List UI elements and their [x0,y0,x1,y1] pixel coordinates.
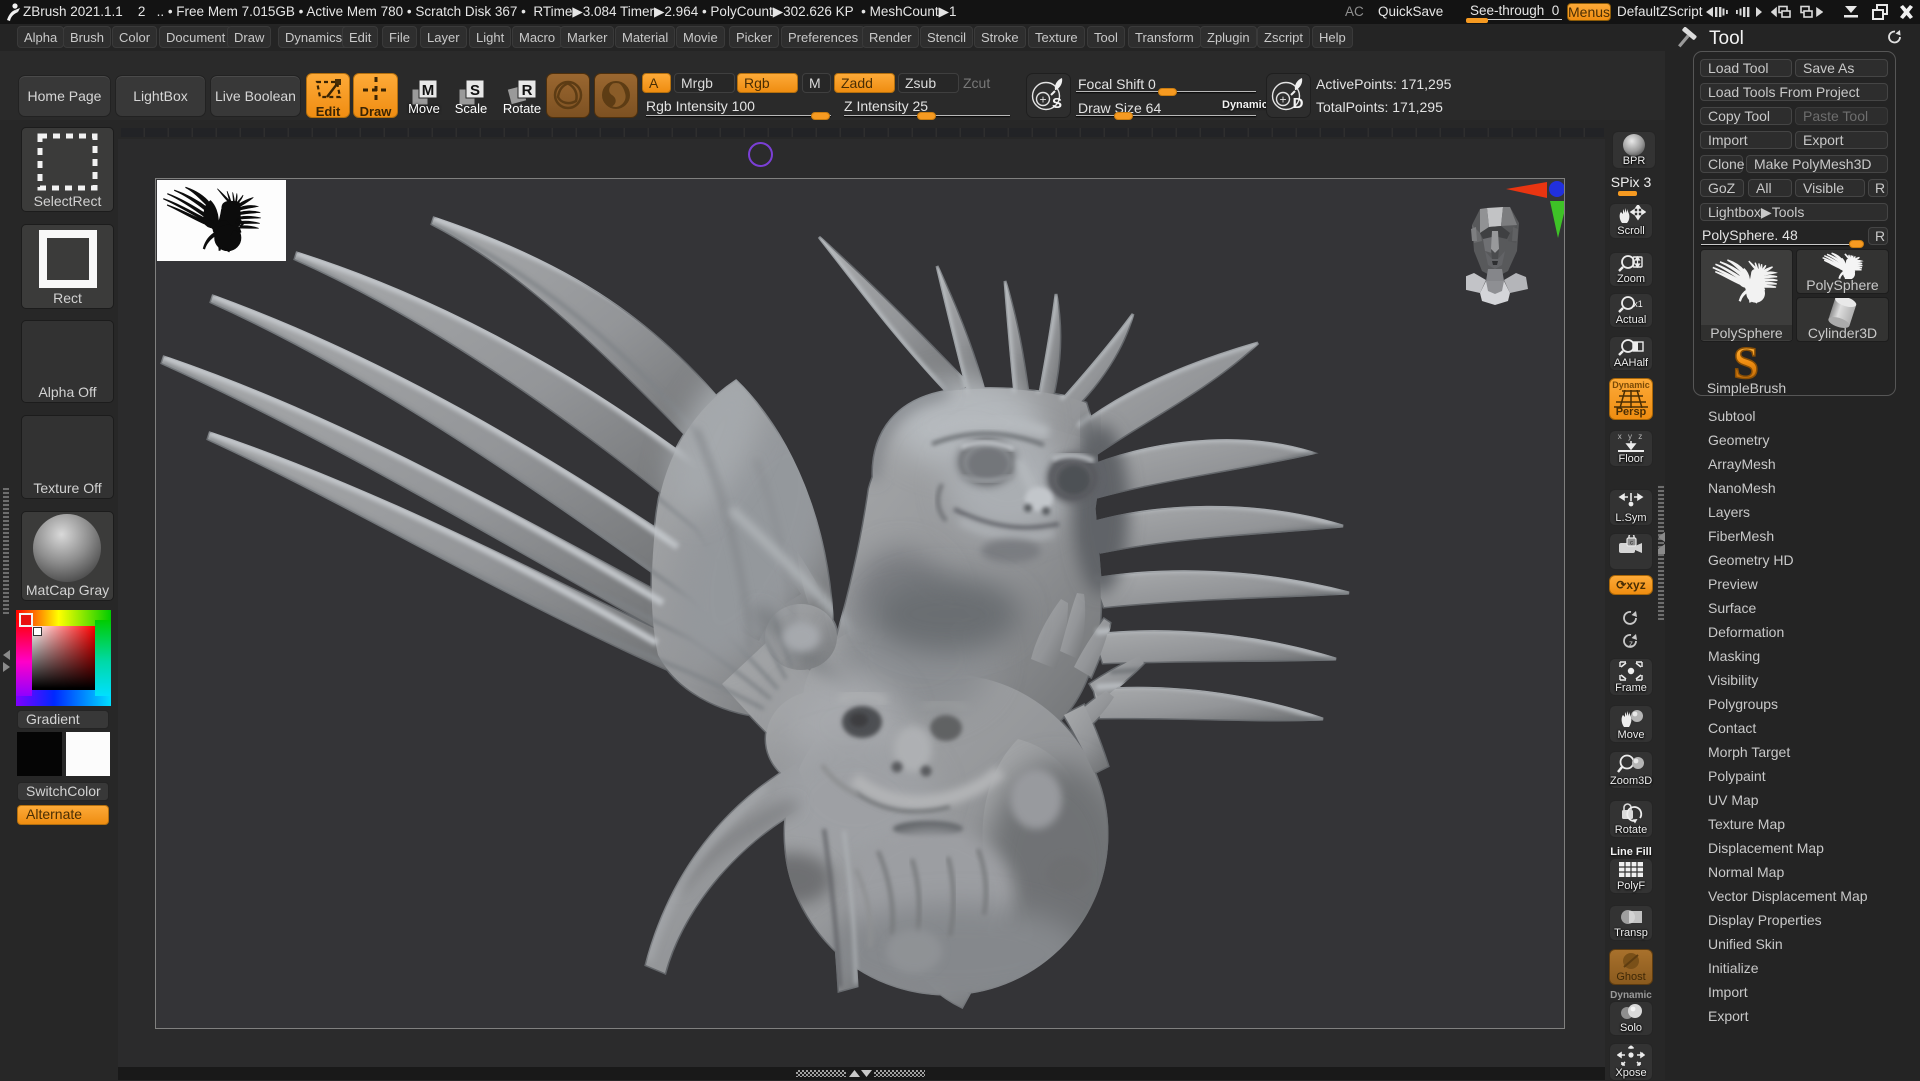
svg-text:Move: Move [408,101,440,115]
svg-text:S: S [470,82,480,99]
svg-text:c: c [1630,541,1633,547]
svg-text:+: + [1039,93,1046,107]
svg-text:S: S [1733,346,1759,380]
svg-text:x1: x1 [1633,299,1643,309]
svg-text:Rotate: Rotate [503,101,541,115]
svg-text:+: + [1279,93,1286,107]
svg-text:S: S [1052,95,1062,112]
svg-text:z: z [1629,639,1633,648]
svg-text:Scale: Scale [455,101,488,115]
svg-text:D: D [1293,95,1304,112]
svg-text:R: R [522,82,533,99]
svg-text:M: M [422,82,435,99]
